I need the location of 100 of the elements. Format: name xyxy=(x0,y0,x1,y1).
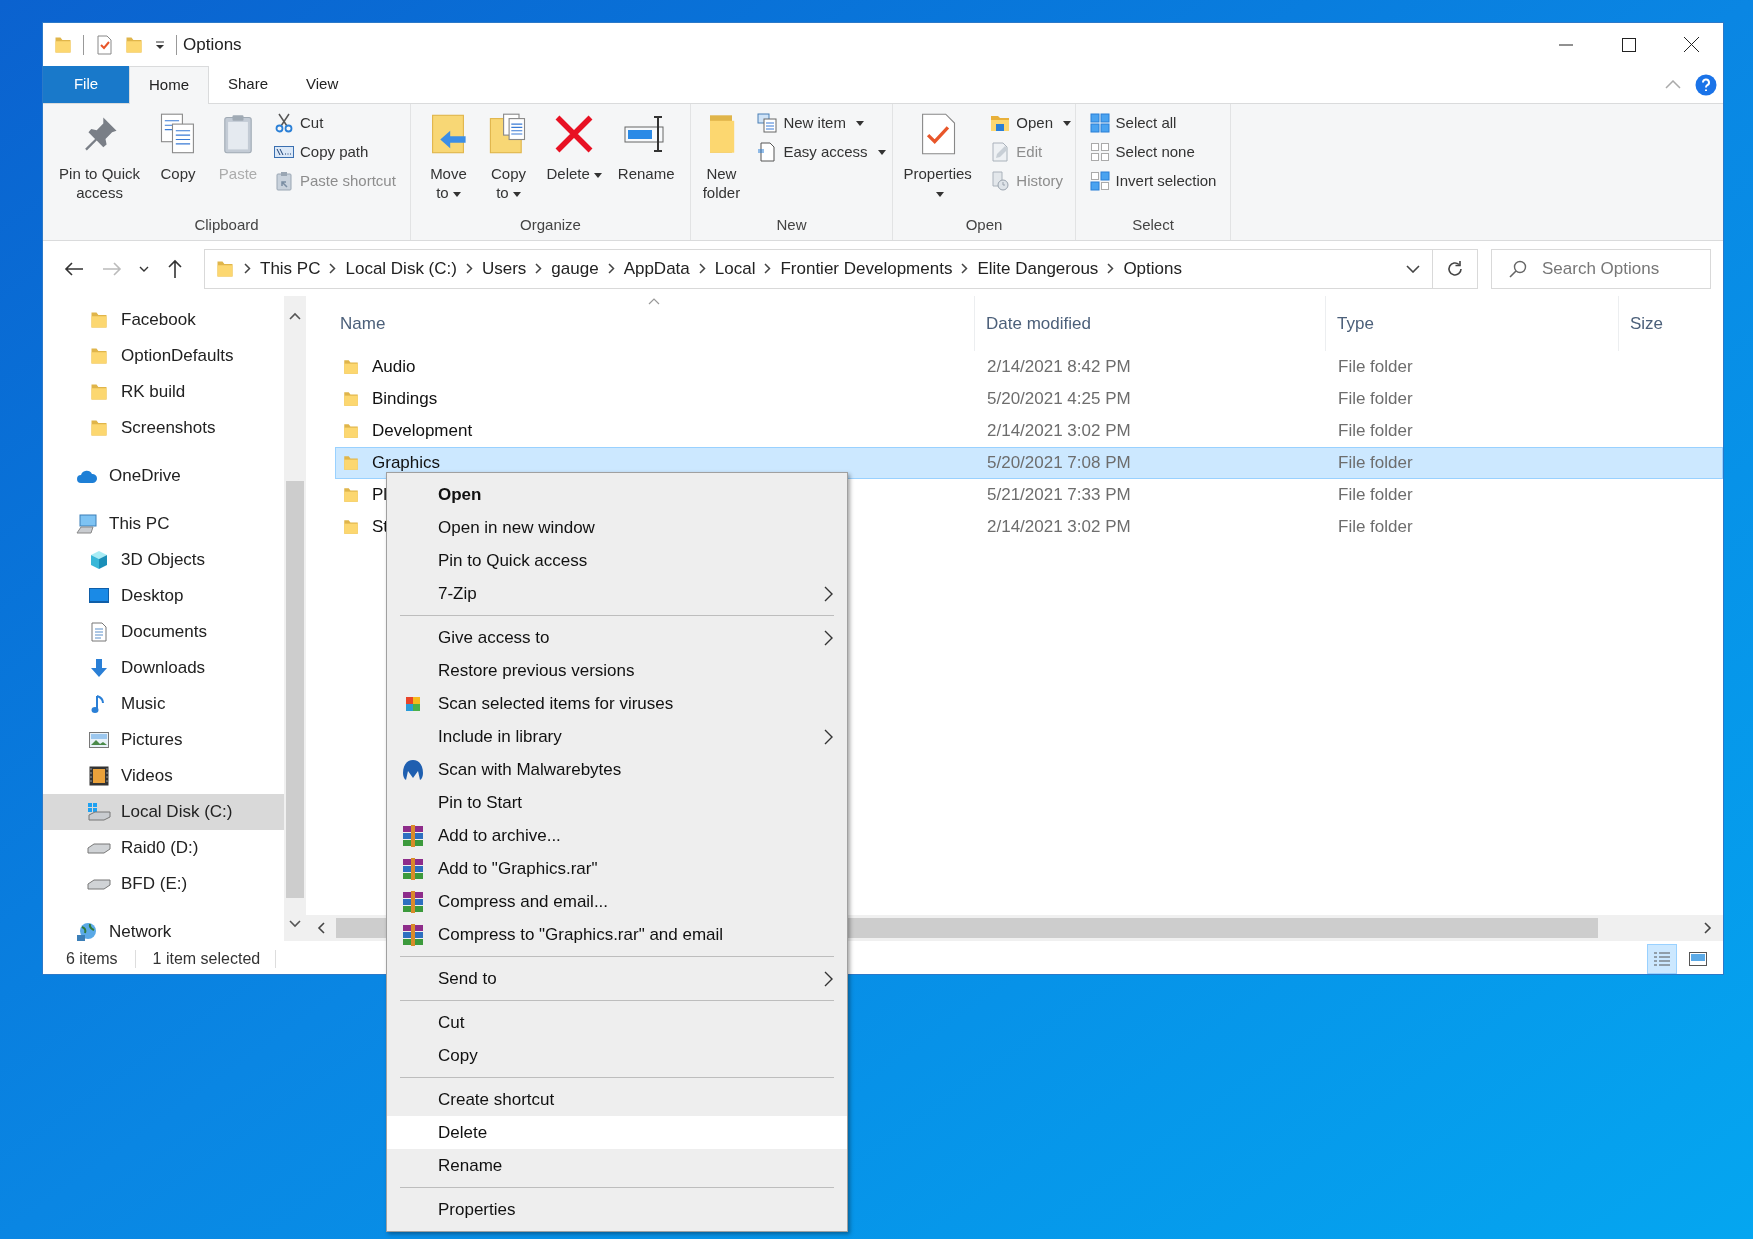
menu-item[interactable]: Compress to "Graphics.rar" and email xyxy=(387,918,847,951)
menu-item[interactable]: Pin to Start xyxy=(387,786,847,819)
ribbon-button[interactable]: Cut xyxy=(272,110,398,136)
menu-item[interactable]: Give access to xyxy=(387,621,847,654)
ribbon-button[interactable]: Invert selection xyxy=(1087,168,1219,194)
breadcrumb[interactable]: Users xyxy=(481,255,527,282)
ribbon-button[interactable]: New item xyxy=(755,110,888,136)
nav-item[interactable]: Desktop xyxy=(43,578,284,614)
ribbon-button[interactable]: Easy access xyxy=(755,139,888,165)
ribbon-button[interactable]: Move to xyxy=(420,106,477,202)
menu-item[interactable]: Properties xyxy=(387,1193,847,1226)
ribbon-tab[interactable]: Share xyxy=(209,66,288,103)
checkmark-document-icon xyxy=(94,34,114,55)
close-icon xyxy=(1684,37,1699,52)
menu-item[interactable]: Include in library xyxy=(387,720,847,753)
ribbon-button[interactable]: Select none xyxy=(1087,139,1219,165)
breadcrumb[interactable]: Frontier Developments xyxy=(780,255,953,282)
ribbon-button[interactable]: Properties xyxy=(893,106,983,202)
ribbon-button[interactable]: Open xyxy=(988,110,1073,136)
date-cell: 5/20/2021 7:08 PM xyxy=(987,453,1131,473)
group-label: New xyxy=(775,214,808,235)
folder-icon xyxy=(990,113,1011,133)
nav-item[interactable]: BFD (E:) xyxy=(43,866,284,902)
menu-item[interactable]: Compress and email... xyxy=(387,885,847,918)
nav-item[interactable]: OneDrive xyxy=(43,458,284,494)
file-name[interactable]: Pl xyxy=(372,482,388,508)
globe-icon xyxy=(76,922,98,942)
address-field[interactable]: This PC Local Disk (C:) Users gauge AppData Local Frontier Developments Elite Dangerous Options xyxy=(204,248,1433,289)
nav-item[interactable]: Raid0 (D:) xyxy=(43,830,284,866)
menu-item[interactable]: Add to archive... xyxy=(387,819,847,852)
column-header[interactable]: Type xyxy=(1337,310,1374,337)
menu-item[interactable]: Scan with Malwarebytes xyxy=(387,753,847,786)
menu-item[interactable]: Scan selected items for viruses xyxy=(387,687,847,720)
nav-item[interactable]: Music xyxy=(43,686,284,722)
ribbon-tab[interactable]: View xyxy=(287,66,358,103)
nav-item[interactable]: OptionDefaults xyxy=(43,338,284,374)
nav-item[interactable]: Network xyxy=(43,914,284,950)
nav-item[interactable]: Documents xyxy=(43,614,284,650)
nav-item[interactable]: This PC xyxy=(43,506,284,542)
ribbon-button[interactable]: Pin to Quick access xyxy=(53,106,146,202)
column-header[interactable]: Size xyxy=(1630,310,1664,337)
file-name[interactable]: Bindings xyxy=(372,386,438,412)
type-cell: File folder xyxy=(1338,421,1413,441)
menu-item[interactable]: Add to "Graphics.rar" xyxy=(387,852,847,885)
arrow-right-icon xyxy=(102,260,122,277)
shortcut-clipboard-icon xyxy=(274,171,294,191)
menu-item[interactable]: Cut xyxy=(387,1006,847,1039)
ribbon-button[interactable]: New folder xyxy=(693,106,750,202)
ribbon-button[interactable]: Rename xyxy=(611,106,681,183)
file-name[interactable]: Graphics xyxy=(372,450,441,476)
file-name[interactable]: Audio xyxy=(372,354,416,380)
nav-item[interactable]: Videos xyxy=(43,758,284,794)
column-header[interactable]: Date modified xyxy=(986,310,1091,337)
nav-item[interactable]: Local Disk (C:) xyxy=(43,794,284,830)
books-stack-icon xyxy=(401,890,424,913)
selection-count: 1 item selected xyxy=(152,948,261,969)
nav-item[interactable]: 3D Objects xyxy=(43,542,284,578)
column-header[interactable]: Name xyxy=(340,310,386,337)
menu-item[interactable]: Open in new window xyxy=(387,511,847,544)
ribbon-button[interactable]: Copy path xyxy=(272,139,398,165)
ribbon-button[interactable]: Copy to xyxy=(480,106,537,202)
ribbon-button[interactable]: Copy xyxy=(150,106,206,183)
breadcrumb[interactable]: This PC xyxy=(260,255,321,282)
folder-icon xyxy=(89,310,109,330)
nav-item[interactable]: Screenshots xyxy=(43,410,284,446)
nav-item[interactable]: Facebook xyxy=(43,302,284,338)
nav-item[interactable]: RK build xyxy=(43,374,284,410)
chevron-right-icon xyxy=(824,970,833,987)
breadcrumb[interactable]: Local Disk (C:) xyxy=(345,255,457,282)
refresh-button[interactable] xyxy=(1433,248,1478,289)
search-field[interactable]: Search Options xyxy=(1491,248,1711,289)
breadcrumb[interactable]: Local xyxy=(714,255,756,282)
help-icon xyxy=(1695,73,1717,96)
menu-item[interactable]: Send to xyxy=(387,962,847,995)
nav-item[interactable]: Downloads xyxy=(43,650,284,686)
ribbon-tab[interactable]: Home xyxy=(129,66,209,104)
scrollbar-thumb[interactable] xyxy=(286,481,304,898)
breadcrumb[interactable]: AppData xyxy=(623,255,690,282)
breadcrumb[interactable]: gauge xyxy=(551,255,599,282)
document-icon xyxy=(90,622,108,642)
menu-item[interactable]: Restore previous versions xyxy=(387,654,847,687)
ribbon-button[interactable]: Select all xyxy=(1087,110,1219,136)
ribbon-button[interactable]: Delete xyxy=(540,106,608,183)
breadcrumb[interactable]: Options xyxy=(1123,255,1182,282)
minimize-icon xyxy=(1558,43,1573,46)
type-cell: File folder xyxy=(1338,453,1413,473)
menu-item[interactable]: Copy xyxy=(387,1039,847,1072)
menu-item[interactable]: Delete xyxy=(387,1116,847,1149)
file-name[interactable]: Development xyxy=(372,418,473,444)
menu-item[interactable]: 7-Zip xyxy=(387,577,847,610)
menu-item[interactable]: Rename xyxy=(387,1149,847,1182)
menu-item[interactable]: Create shortcut xyxy=(387,1083,847,1116)
arrow-up-icon xyxy=(167,258,183,279)
menu-item[interactable]: Open xyxy=(387,478,847,511)
nav-item[interactable]: Pictures xyxy=(43,722,284,758)
menu-item[interactable]: Pin to Quick access xyxy=(387,544,847,577)
picture-icon xyxy=(89,732,109,748)
ribbon-tab[interactable]: File xyxy=(43,66,129,103)
colored-squares-icon xyxy=(404,695,421,712)
breadcrumb[interactable]: Elite Dangerous xyxy=(977,255,1099,282)
